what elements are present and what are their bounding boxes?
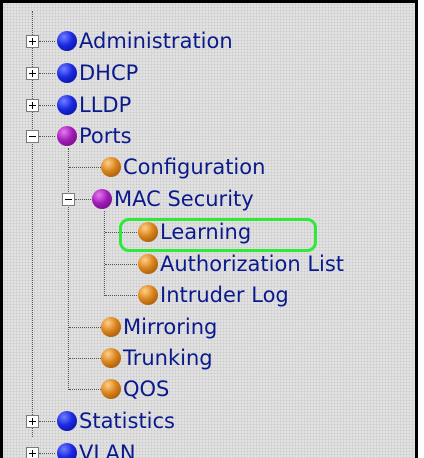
tree-item-label: Trunking (123, 346, 213, 370)
tree-connector (39, 421, 55, 422)
tree-connector (69, 327, 101, 328)
blue-orb-icon (57, 411, 77, 431)
navigation-tree-panel: Administration DHCP LLDP Ports Configura… (0, 0, 418, 458)
tree-item-intruder-log[interactable]: Intruder Log (138, 280, 289, 310)
tree-item-ports[interactable]: Ports (57, 121, 132, 151)
expand-dhcp-icon[interactable] (26, 67, 39, 80)
tree-item-label: Authorization List (160, 252, 345, 276)
collapse-ports-icon[interactable] (26, 130, 39, 143)
tree-connector (39, 136, 55, 137)
tree-item-statistics[interactable]: Statistics (57, 406, 175, 436)
tree-connector (69, 358, 101, 359)
tree-connector (39, 105, 55, 106)
tree-item-label: QOS (123, 377, 170, 401)
collapse-mac-security-icon[interactable] (62, 193, 75, 206)
orange-orb-icon (101, 157, 121, 177)
tree-item-label: LLDP (79, 93, 132, 117)
tree-connector (69, 389, 101, 390)
orange-orb-icon (138, 285, 158, 305)
tree-item-mac-security[interactable]: MAC Security (92, 184, 254, 214)
blue-orb-icon (57, 63, 77, 83)
tree-item-qos[interactable]: QOS (101, 374, 169, 404)
blue-orb-icon (57, 95, 77, 115)
orange-orb-icon (138, 254, 158, 274)
tree-item-label: Mirroring (123, 315, 218, 339)
orange-orb-icon (101, 317, 121, 337)
tree-connector (39, 41, 55, 42)
expand-statistics-icon[interactable] (26, 415, 39, 428)
tree-item-label: Configuration (123, 155, 266, 179)
tree-item-label: Intruder Log (160, 283, 289, 307)
tree-item-label: DHCP (79, 61, 139, 85)
expand-administration-icon[interactable] (26, 35, 39, 48)
expand-lldp-icon[interactable] (26, 99, 39, 112)
tree-connector (75, 199, 91, 200)
orange-orb-icon (101, 379, 121, 399)
tree-item-label: VLAN (79, 441, 136, 458)
blue-orb-icon (57, 31, 77, 51)
tree-connector (39, 453, 55, 454)
tree-connector (105, 264, 137, 265)
tree-item-label: Statistics (79, 409, 175, 433)
blue-orb-icon (57, 443, 77, 458)
tree-item-authorization-list[interactable]: Authorization List (138, 249, 344, 279)
tree-item-trunking[interactable]: Trunking (101, 343, 213, 373)
tree-item-label: Learning (160, 220, 252, 244)
tree-item-configuration[interactable]: Configuration (101, 152, 265, 182)
tree-connector (105, 232, 137, 233)
tree-connector (105, 295, 137, 296)
tree-item-mirroring[interactable]: Mirroring (101, 312, 217, 342)
orange-orb-icon (101, 348, 121, 368)
expand-vlan-icon[interactable] (26, 447, 39, 458)
tree-connector (68, 148, 69, 390)
orange-orb-icon (138, 222, 158, 242)
tree-item-administration[interactable]: Administration (57, 26, 233, 56)
tree-item-learning[interactable]: Learning (138, 217, 251, 247)
tree-connector (69, 167, 101, 168)
tree-item-label: Ports (79, 124, 132, 148)
tree-item-dhcp[interactable]: DHCP (57, 58, 138, 88)
tree-item-lldp[interactable]: LLDP (57, 90, 131, 120)
tree-item-vlan[interactable]: VLAN (57, 438, 136, 458)
tree-connector (104, 211, 105, 296)
purple-orb-icon (92, 189, 112, 209)
purple-orb-icon (57, 126, 77, 146)
tree-connector (39, 73, 55, 74)
tree-item-label: Administration (79, 29, 233, 53)
tree-item-label: MAC Security (114, 187, 254, 211)
